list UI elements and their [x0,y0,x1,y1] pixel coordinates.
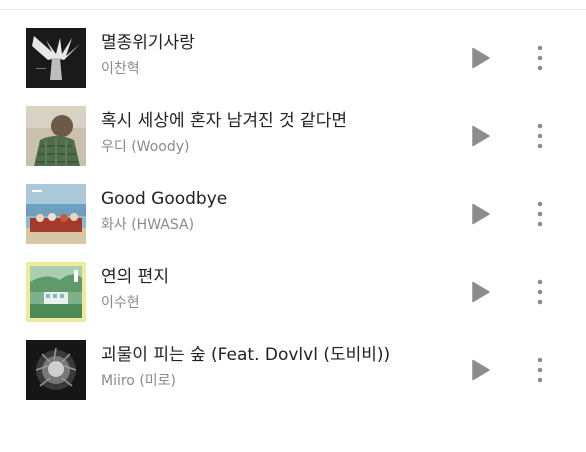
album-cover[interactable] [26,184,86,244]
track-title: Good Goodbye [101,189,228,209]
track-title: 혹시 세상에 혼자 남겨진 것 같다면 [101,111,347,131]
more-vertical-icon [537,279,543,305]
track-artist[interactable]: 화사 (HWASA) [101,216,194,234]
track-artist[interactable]: 이수현 [101,294,140,312]
more-vertical-icon [537,201,543,227]
play-icon [472,125,490,147]
track-title: 연의 편지 [101,267,169,287]
more-vertical-icon [537,123,543,149]
top-divider [0,9,586,10]
play-button[interactable] [468,358,492,382]
track-artist[interactable]: Miiro (미로) [101,372,176,390]
more-options-button[interactable] [530,277,550,307]
album-cover[interactable] [26,28,86,88]
track-artist[interactable]: 우디 (Woody) [101,138,189,156]
track-row[interactable]: Good Goodbye 화사 (HWASA) [0,175,586,253]
track-artist[interactable]: 이찬혁 [101,60,140,78]
track-row[interactable]: 연의 편지 이수현 [0,253,586,331]
album-cover[interactable] [26,262,86,322]
more-options-button[interactable] [530,199,550,229]
play-button[interactable] [468,280,492,304]
play-icon [472,47,490,69]
more-vertical-icon [537,357,543,383]
more-options-button[interactable] [530,121,550,151]
track-row[interactable]: 멸종위기사랑 이찬혁 [0,19,586,97]
play-icon [472,359,490,381]
play-icon [472,203,490,225]
play-icon [472,281,490,303]
more-vertical-icon [537,45,543,71]
more-options-button[interactable] [530,355,550,385]
track-list: 멸종위기사랑 이찬혁 혹시 세상에 혼자 남겨진 것 같다면 우디 (Woody… [0,19,586,409]
track-title: 멸종위기사랑 [101,33,195,53]
play-button[interactable] [468,124,492,148]
play-button[interactable] [468,202,492,226]
track-row[interactable]: 괴물이 피는 숲 (Feat. Dovlvl (도비비)) Miiro (미로) [0,331,586,409]
track-row[interactable]: 혹시 세상에 혼자 남겨진 것 같다면 우디 (Woody) [0,97,586,175]
album-cover[interactable] [26,106,86,166]
album-cover[interactable] [26,340,86,400]
more-options-button[interactable] [530,43,550,73]
track-title: 괴물이 피는 숲 (Feat. Dovlvl (도비비)) [101,345,391,365]
play-button[interactable] [468,46,492,70]
